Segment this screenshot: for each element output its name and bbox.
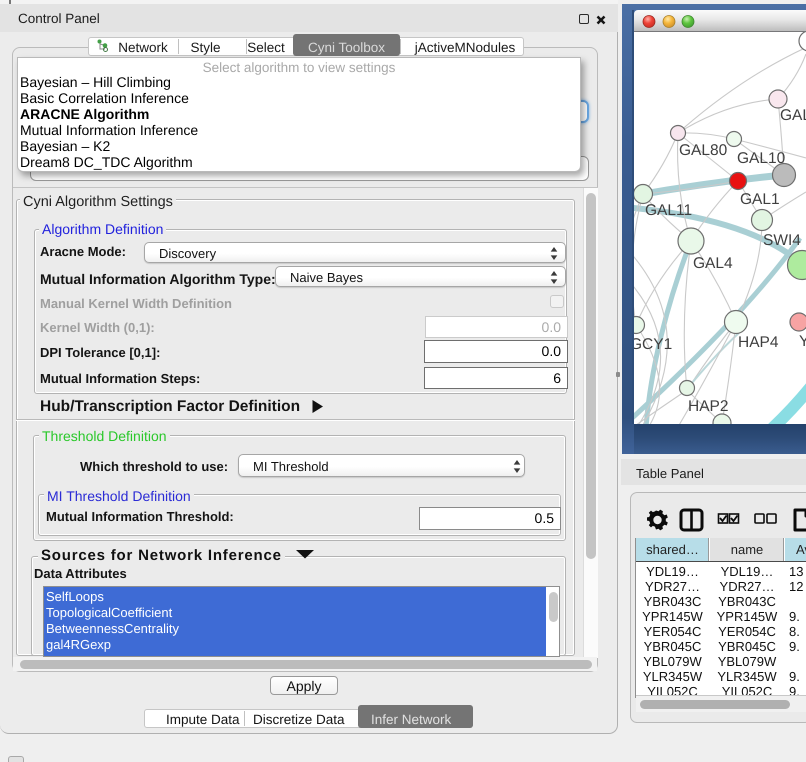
- svg-text:GCY1: GCY1: [634, 336, 672, 353]
- svg-text:GAL1: GAL1: [740, 191, 780, 208]
- svg-text:YEL0: YEL0: [799, 333, 806, 350]
- svg-text:HAP2: HAP2: [688, 398, 729, 415]
- svg-text:GAL4: GAL4: [693, 255, 733, 272]
- svg-text:GAL10: GAL10: [737, 150, 786, 167]
- svg-text:GAL2: GAL2: [780, 107, 806, 124]
- svg-text:GAL11: GAL11: [645, 202, 692, 219]
- svg-text:SWI4: SWI4: [763, 232, 801, 249]
- svg-text:GAL80: GAL80: [679, 142, 728, 159]
- svg-text:HAP4: HAP4: [738, 334, 779, 351]
